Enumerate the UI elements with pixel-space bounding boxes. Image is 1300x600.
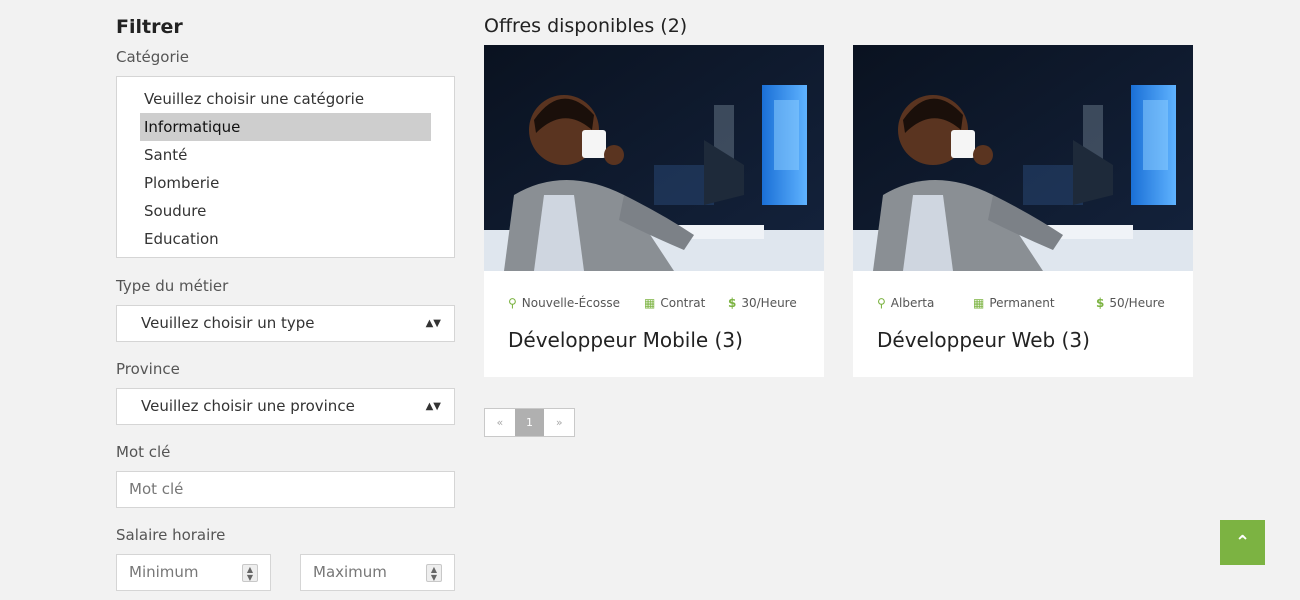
location-info: ⚲ Nouvelle-Écosse [508, 296, 620, 310]
province-select[interactable]: Veuillez choisir une province ▲▼ [116, 388, 455, 425]
salary-min-placeholder: Minimum [129, 563, 199, 581]
category-listbox[interactable]: Veuillez choisir une catégorie Informati… [116, 76, 455, 258]
category-option[interactable]: Santé [140, 141, 431, 169]
offer-rate: 50/Heure [1109, 296, 1165, 310]
salary-max-input[interactable]: Maximum ▲ ▼ [300, 554, 455, 591]
offer-title[interactable]: Développeur Web (3) [877, 326, 1090, 354]
offer-rate: 30/Heure [741, 296, 797, 310]
select-arrows-icon: ▲▼ [425, 318, 441, 329]
salary-label: Salaire horaire [116, 526, 226, 544]
contract-info: ▦ Contrat [644, 296, 705, 310]
spinner-icon[interactable]: ▲ ▼ [426, 564, 442, 582]
pagination-next[interactable]: » [544, 409, 574, 436]
filter-sidebar: Filtrer Catégorie Veuillez choisir une c… [116, 14, 455, 591]
keyword-input[interactable]: Mot clé [116, 471, 455, 508]
offer-card[interactable]: ⚲ Alberta ▦ Permanent $50/Heure Développeu… [853, 45, 1193, 377]
category-label: Catégorie [116, 48, 190, 66]
offer-photo[interactable] [484, 45, 824, 271]
offer-contract: Permanent [989, 296, 1055, 310]
pagination-page[interactable]: 1 [514, 409, 545, 436]
job-type-label: Type du métier [116, 277, 229, 295]
offers-title: Offres disponibles (2) [484, 15, 688, 37]
filter-title: Filtrer [116, 16, 183, 38]
pagination: « 1 » [484, 408, 575, 437]
map-marker-icon: ⚲ [877, 296, 886, 310]
category-option[interactable]: Soudure [140, 197, 431, 225]
offer-location: Nouvelle-Écosse [521, 296, 620, 310]
keyword-label: Mot clé [116, 443, 171, 461]
contract-info: ▦ Permanent [973, 296, 1055, 310]
map-marker-icon: ⚲ [508, 296, 517, 310]
salary-max-placeholder: Maximum [313, 563, 387, 581]
calendar-icon: ▦ [973, 296, 985, 310]
back-to-top-button[interactable]: ⌃ [1220, 520, 1265, 565]
calendar-icon: ▦ [644, 296, 656, 310]
province-label: Province [116, 360, 180, 378]
rate-info: $30/Heure [728, 296, 797, 310]
category-option[interactable]: Plomberie [140, 169, 431, 197]
select-arrows-icon: ▲▼ [425, 401, 441, 412]
offer-card[interactable]: ⚲ Nouvelle-Écosse ▦ Contrat $30/Heure Déve… [484, 45, 824, 377]
offer-location: Alberta [890, 296, 935, 310]
category-option-selected[interactable]: Informatique [140, 113, 431, 141]
offer-title[interactable]: Développeur Mobile (3) [508, 326, 743, 354]
province-value: Veuillez choisir une province [141, 397, 355, 415]
dollar-icon: $ [1096, 296, 1105, 310]
offer-contract: Contrat [660, 296, 706, 310]
dollar-icon: $ [728, 296, 737, 310]
category-option[interactable]: Education [140, 225, 431, 253]
category-option[interactable]: Veuillez choisir une catégorie [140, 85, 431, 113]
salary-min-input[interactable]: Minimum ▲ ▼ [116, 554, 271, 591]
location-info: ⚲ Alberta [877, 296, 934, 310]
double-chevron-up-icon: ⌃ [1234, 532, 1251, 553]
spinner-icon[interactable]: ▲ ▼ [242, 564, 258, 582]
offer-photo[interactable] [853, 45, 1193, 271]
job-type-value: Veuillez choisir un type [141, 314, 315, 332]
pagination-prev[interactable]: « [485, 409, 515, 436]
job-type-select[interactable]: Veuillez choisir un type ▲▼ [116, 305, 455, 342]
salary-range: Minimum ▲ ▼ Maximum ▲ ▼ [116, 554, 455, 591]
rate-info: $50/Heure [1096, 296, 1165, 310]
